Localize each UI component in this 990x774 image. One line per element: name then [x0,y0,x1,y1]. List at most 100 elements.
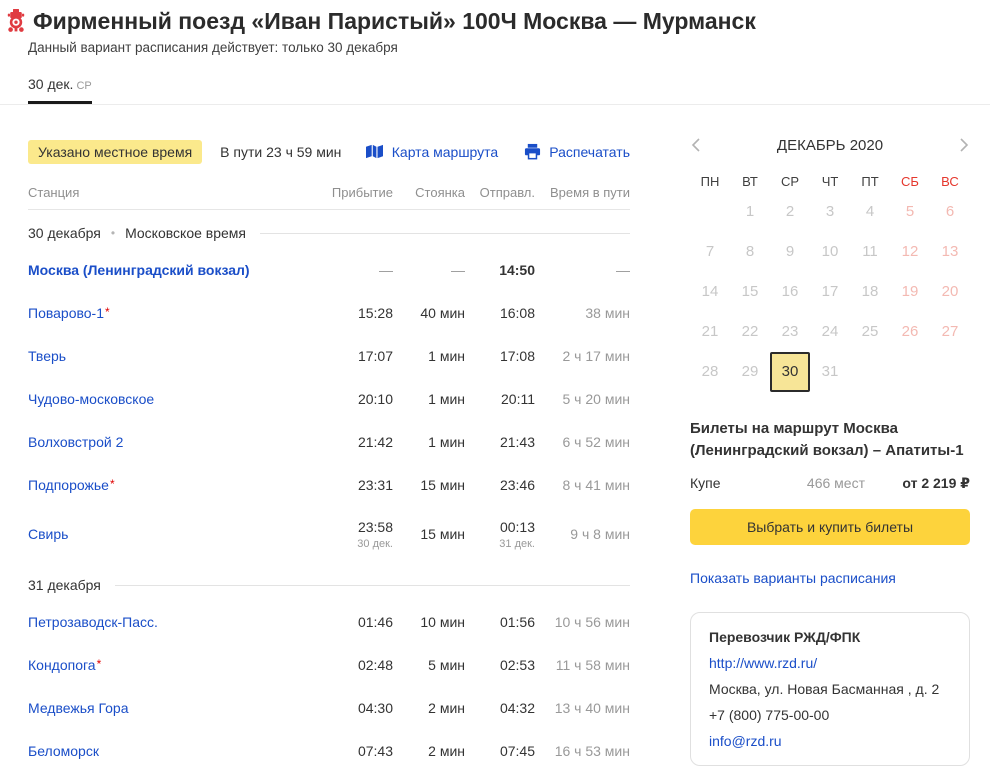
arrival-cell: 23:5830 дек. [323,519,393,550]
calendar-day-selected[interactable]: 30 [770,352,810,392]
calendar-prev-button[interactable] [690,135,710,155]
station-cell: Чудово-московское [28,391,323,407]
calendar-day[interactable]: 12 [890,232,930,272]
arrival-cell: 02:48 [323,657,393,673]
departure-cell: 21:43 [465,434,535,450]
calendar-weekday-label: СР [770,174,810,189]
calendar-day[interactable]: 17 [810,272,850,312]
column-station: Станция [28,185,323,200]
calendar-day[interactable]: 31 [810,352,850,392]
travel-time-cell: — [535,262,630,278]
date-tabs: 30 дек.СР [0,76,990,105]
station-link[interactable]: Беломорск [28,743,99,759]
schedule-row: Подпорожье*23:3115 мин23:468 ч 41 мин [28,463,630,506]
stop-cell: 40 мин [393,305,465,321]
calendar-day[interactable]: 20 [930,272,970,312]
section-divider-line [115,585,630,586]
calendar-day-empty [690,192,730,232]
column-travel-time: Время в пути [535,185,630,200]
station-link[interactable]: Чудово-московское [28,391,154,407]
date-section-header: 30 декабря • Московское время [28,218,630,248]
calendar-day[interactable]: 27 [930,312,970,352]
station-link[interactable]: Подпорожье [28,477,109,493]
date-section-header: 31 декабря [28,570,630,600]
schedule-row: Петрозаводск-Пасс.01:4610 мин01:5610 ч 5… [28,600,630,643]
trip-duration: В пути 23 ч 59 мин [220,144,341,160]
tickets-title: Билеты на маршрут Москва (Ленинградский … [690,418,970,462]
route-map-link[interactable]: Карта маршрута [365,143,498,160]
station-link[interactable]: Москва (Ленинградский вокзал) [28,262,250,278]
calendar-day[interactable]: 23 [770,312,810,352]
station-link[interactable]: Кондопога [28,657,96,673]
carrier-site-link[interactable]: http://www.rzd.ru/ [709,650,951,676]
departure-cell: 14:50 [465,262,535,278]
calendar-day[interactable]: 4 [850,192,890,232]
calendar-day[interactable]: 16 [770,272,810,312]
station-link[interactable]: Петрозаводск-Пасс. [28,614,158,630]
calendar-day[interactable]: 8 [730,232,770,272]
section-date-label: 30 декабря [28,225,101,241]
section-timezone-note: Московское время [125,225,246,241]
calendar-day[interactable]: 19 [890,272,930,312]
calendar-day[interactable]: 28 [690,352,730,392]
calendar-day[interactable]: 7 [690,232,730,272]
tab-date-active[interactable]: 30 дек.СР [28,76,92,104]
calendar-nav: ДЕКАБРЬ 2020 [690,133,970,157]
calendar-day[interactable]: 6 [930,192,970,232]
station-link[interactable]: Волховстрой 2 [28,434,123,450]
column-stop: Стоянка [393,185,465,200]
station-link[interactable]: Тверь [28,348,66,364]
calendar-day[interactable]: 21 [690,312,730,352]
station-link[interactable]: Медвежья Гора [28,700,129,716]
departure-cell: 07:45 [465,743,535,759]
buy-tickets-button[interactable]: Выбрать и купить билеты [690,509,970,545]
schedule-row: Медвежья Гора04:302 мин04:3213 ч 40 мин [28,686,630,729]
arrival-cell: 15:28 [323,305,393,321]
calendar-day[interactable]: 22 [730,312,770,352]
calendar-next-button[interactable] [950,135,970,155]
calendar-weekday-label: ПТ [850,174,890,189]
stop-cell: 5 мин [393,657,465,673]
section-divider-line [260,233,630,234]
travel-time-cell: 6 ч 52 мин [535,434,630,450]
departure-cell: 00:1331 дек. [465,519,535,550]
calendar-day[interactable]: 13 [930,232,970,272]
calendar-day[interactable]: 3 [810,192,850,232]
arrival-cell: 23:31 [323,477,393,493]
calendar-day[interactable]: 26 [890,312,930,352]
station-link[interactable]: Поварово-1 [28,305,104,321]
calendar-day[interactable]: 1 [730,192,770,232]
carrier-email-link[interactable]: info@rzd.ru [709,728,951,754]
station-cell: Медвежья Гора [28,700,323,716]
carrier-card: Перевозчик РЖД/ФПК http://www.rzd.ru/ Мо… [690,612,970,766]
station-cell: Волховстрой 2 [28,434,323,450]
calendar-day[interactable]: 25 [850,312,890,352]
stop-cell: 15 мин [393,477,465,493]
arrival-cell: 21:42 [323,434,393,450]
route-map-link-label: Карта маршрута [392,144,498,160]
calendar-day[interactable]: 18 [850,272,890,312]
calendar-day[interactable]: 24 [810,312,850,352]
station-link[interactable]: Свирь [28,526,68,542]
calendar-day[interactable]: 15 [730,272,770,312]
station-cell: Москва (Ленинградский вокзал) [28,262,323,278]
travel-time-cell: 10 ч 56 мин [535,614,630,630]
calendar-day[interactable]: 14 [690,272,730,312]
ticket-option-row: Купе 466 мест от 2 219 ₽ [690,475,970,492]
calendar-day[interactable]: 29 [730,352,770,392]
chevron-left-icon [690,137,702,153]
train-icon [6,9,26,33]
calendar-day[interactable]: 11 [850,232,890,272]
station-cell: Петрозаводск-Пасс. [28,614,323,630]
show-schedule-variants-link[interactable]: Показать варианты расписания [690,570,896,586]
calendar-day[interactable]: 10 [810,232,850,272]
print-link[interactable]: Распечатать [524,143,630,160]
calendar-day[interactable]: 9 [770,232,810,272]
calendar-day[interactable]: 5 [890,192,930,232]
calendar-weekdays: ПНВТСРЧТПТСБВС [690,174,970,189]
schedule-validity-note: Данный вариант расписания действует: тол… [0,40,990,55]
ticket-class: Купе [690,475,780,491]
section-dot: • [111,226,115,240]
departure-cell: 16:08 [465,305,535,321]
calendar-day[interactable]: 2 [770,192,810,232]
